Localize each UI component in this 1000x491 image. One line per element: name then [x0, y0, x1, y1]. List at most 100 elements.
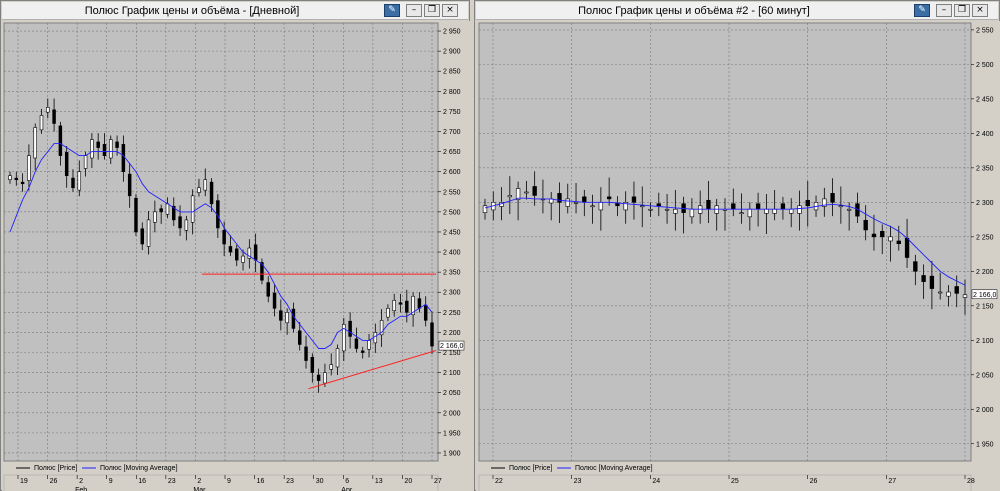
candle: [291, 308, 296, 329]
close-icon[interactable]: ×: [972, 4, 988, 17]
y-tick-label: 2 150: [443, 350, 461, 357]
minimize-icon[interactable]: –: [936, 4, 952, 17]
candle: [335, 348, 340, 368]
x-month-label: Apr: [341, 487, 353, 491]
candle: [532, 186, 537, 196]
y-tick-label: 2 300: [976, 200, 994, 207]
candle: [430, 322, 434, 347]
x-tick-label: 2: [197, 478, 201, 485]
y-tick-label: 2 000: [976, 407, 994, 414]
candle: [197, 187, 201, 193]
candle: [954, 286, 959, 294]
legend-ma-label: Полюс [Moving Average]: [575, 465, 653, 472]
candle: [121, 144, 126, 172]
candle: [373, 332, 378, 344]
restore-icon[interactable]: ❐: [424, 4, 440, 17]
candle: [178, 216, 182, 229]
candle: [888, 236, 893, 242]
y-tick-label: 2 600: [443, 169, 461, 176]
title-bar[interactable]: Полюс График цены и объёма #2 - [60 мину…: [476, 2, 998, 20]
candle: [590, 205, 595, 208]
candle: [731, 203, 736, 210]
y-tick-label: 2 150: [976, 303, 994, 310]
x-month-label: Mar: [193, 487, 206, 491]
candle: [58, 125, 63, 156]
y-tick-label: 2 200: [443, 330, 461, 337]
candle: [631, 196, 637, 203]
candle: [747, 208, 753, 218]
candle: [946, 291, 951, 297]
candle: [830, 193, 835, 203]
candle: [71, 177, 75, 189]
close-icon[interactable]: ×: [442, 4, 458, 17]
candle: [354, 338, 359, 349]
candle: [360, 350, 365, 353]
title-bar[interactable]: Полюс График цены и объёма - [Дневной] ✎…: [2, 2, 468, 20]
x-tick-label: 2: [79, 478, 83, 485]
candle: [755, 203, 761, 210]
x-month-label: Feb: [75, 487, 87, 491]
candle: [285, 312, 289, 324]
candle: [20, 181, 25, 185]
candle: [64, 152, 69, 176]
y-tick-label: 1 950: [443, 430, 461, 437]
candle: [367, 340, 371, 350]
candle: [656, 203, 661, 207]
candle: [880, 231, 885, 238]
candle: [228, 246, 233, 253]
candle: [838, 205, 844, 208]
y-tick-label: 2 200: [976, 269, 994, 276]
candle: [929, 275, 935, 289]
x-tick-label: 9: [227, 478, 231, 485]
restore-icon[interactable]: ❐: [954, 4, 970, 17]
minimize-icon[interactable]: –: [406, 4, 422, 17]
x-tick-label: 28: [967, 478, 975, 485]
x-tick-label: 20: [404, 478, 412, 485]
candle: [557, 193, 562, 203]
y-tick-label: 2 300: [443, 290, 461, 297]
last-price-label: 2 166,0: [440, 343, 463, 350]
daily-chart-window[interactable]: Полюс График цены и объёма - [Дневной] ✎…: [0, 0, 470, 491]
candle: [871, 233, 877, 238]
candle: [764, 208, 769, 214]
y-tick-label: 2 250: [443, 310, 461, 317]
candle: [146, 219, 151, 247]
candle: [140, 228, 145, 245]
candle: [664, 208, 670, 211]
pin-icon[interactable]: ✎: [384, 4, 400, 17]
y-tick-label: 2 100: [976, 338, 994, 345]
candle: [102, 144, 107, 156]
candle: [33, 127, 37, 159]
candle: [482, 205, 488, 213]
y-tick-label: 2 050: [443, 390, 461, 397]
candle: [846, 208, 852, 211]
y-tick-label: 2 900: [443, 49, 461, 56]
candle: [235, 248, 239, 261]
candle: [297, 330, 302, 345]
y-tick-label: 2 950: [443, 29, 461, 36]
legend-price-label: Полюс [Price]: [34, 465, 77, 472]
candle: [304, 346, 308, 361]
hourly-chart-window[interactable]: Полюс График цены и объёма #2 - [60 мину…: [474, 0, 1000, 491]
candle: [39, 115, 44, 131]
candle: [648, 208, 653, 211]
candle: [606, 196, 612, 200]
y-tick-label: 2 050: [976, 372, 994, 379]
candle: [739, 212, 744, 214]
candle: [863, 219, 868, 231]
candle: [184, 219, 189, 231]
daily-chart[interactable]: 2 950 2 900 2 850 2 800 2 750 2 700 2 650 2 600…: [2, 21, 470, 491]
legend-bar: [479, 462, 971, 474]
x-tick-label: 23: [286, 478, 294, 485]
candle: [253, 244, 258, 261]
candle: [598, 202, 604, 211]
y-tick-label: 1 950: [976, 441, 994, 448]
candle: [190, 195, 195, 223]
pin-icon[interactable]: ✎: [914, 4, 930, 17]
candle: [962, 294, 968, 298]
candle: [582, 196, 587, 203]
candle: [329, 364, 333, 370]
candle: [46, 107, 50, 113]
hourly-chart[interactable]: 2 550 2 500 2 450 2 400 2 350 2 300 2 250 2 200…: [476, 21, 1000, 491]
y-tick-label: 2 800: [443, 89, 461, 96]
